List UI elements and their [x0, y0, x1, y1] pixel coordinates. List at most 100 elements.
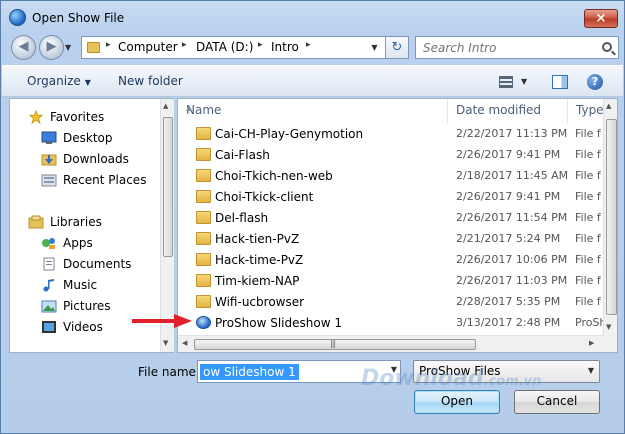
organize-menu[interactable]: Organize ▼ — [27, 74, 91, 88]
folder-icon — [196, 190, 211, 203]
date-modified-cell: 3/13/2017 2:48 PM — [456, 316, 561, 329]
folder-icon — [196, 169, 211, 182]
organize-label: Organize — [27, 74, 81, 88]
date-modified-cell: 2/21/2017 5:24 PM — [456, 232, 561, 245]
breadcrumb-separator[interactable]: ▸ — [258, 40, 263, 50]
file-name-cell: Hack-tien-PvZ — [215, 232, 300, 246]
recent-locations-dropdown[interactable]: ▼ — [65, 43, 71, 52]
folder-icon — [196, 211, 211, 224]
close-button[interactable]: × — [584, 9, 618, 28]
column-header-type[interactable]: Type — [568, 99, 608, 123]
file-list-row[interactable]: Tim-kiem-NAP 2/26/2017 11:03 PM File f — [178, 271, 603, 292]
file-list-row[interactable]: Wifi-ucbrowser 2/28/2017 5:35 PM File f — [178, 292, 603, 313]
file-name-input[interactable]: ow Slideshow 1 ▼ — [197, 360, 401, 383]
file-type-filter[interactable]: ProShow Files ▼ — [413, 360, 600, 383]
libraries-icon — [28, 215, 44, 229]
breadcrumb-separator[interactable]: ▸ — [306, 40, 311, 50]
star-icon — [28, 110, 44, 124]
file-name-cell: Tim-kiem-NAP — [215, 274, 300, 288]
date-modified-cell: 2/18/2017 11:45 AM — [456, 169, 569, 182]
open-button[interactable]: Open — [414, 390, 500, 414]
folder-icon — [87, 42, 100, 53]
scroll-up-icon[interactable]: ▲ — [606, 102, 611, 110]
nav-label: Favorites — [50, 110, 105, 124]
scroll-down-icon[interactable]: ▼ — [606, 323, 611, 331]
search-icon[interactable] — [602, 42, 612, 52]
preview-pane-icon[interactable] — [552, 75, 568, 89]
file-name-cell: Wifi-ucbrowser — [215, 295, 305, 309]
scrollbar-corner — [603, 336, 617, 352]
column-label: Type — [576, 103, 604, 117]
file-name-selected-text: ow Slideshow 1 — [200, 364, 299, 380]
file-list-row[interactable]: Hack-tien-PvZ 2/21/2017 5:24 PM File f — [178, 229, 603, 250]
date-modified-cell: 2/26/2017 9:41 PM — [456, 148, 561, 161]
file-list-row[interactable]: Del-flash 2/26/2017 11:54 PM File f — [178, 208, 603, 229]
grip-icon: ||| — [330, 339, 336, 348]
file-list-row[interactable]: Cai-Flash 2/26/2017 9:41 PM File f — [178, 145, 603, 166]
file-name-cell: Choi-Tkich-nen-web — [215, 169, 333, 183]
change-view-icon[interactable] — [499, 76, 513, 88]
view-options-dropdown[interactable]: ▼ — [521, 77, 527, 86]
nav-label: Apps — [63, 236, 93, 250]
column-label: Date modified — [456, 103, 542, 117]
folder-icon — [196, 148, 211, 161]
file-list-row[interactable]: Choi-Tkich-nen-web 2/18/2017 11:45 AM File… — [178, 166, 603, 187]
nav-label: Music — [63, 278, 98, 292]
open-file-dialog: Open Show File × ◀ ▶ ▼ ▸ Computer ▸ DATA… — [0, 0, 625, 434]
file-name-cell: Hack-time-PvZ — [215, 253, 304, 267]
pictures-icon — [41, 300, 57, 313]
address-bar[interactable]: ▸ Computer ▸ DATA (D:) ▸ Intro ▸ ▼ — [81, 36, 408, 59]
nav-label: Recent Places — [63, 173, 147, 187]
new-folder-button[interactable]: New folder — [118, 74, 183, 88]
scrollbar-thumb[interactable]: ||| — [194, 339, 476, 350]
file-list-row[interactable]: Choi-Tkick-client 2/26/2017 9:41 PM File f — [178, 187, 603, 208]
file-type-value: ProShow Files — [419, 364, 501, 378]
type-cell: File f — [575, 211, 601, 224]
refresh-button[interactable]: ↻ — [385, 36, 409, 59]
file-list-row[interactable]: ProShow Slideshow 1 3/13/2017 2:48 PM ProS… — [178, 313, 606, 334]
documents-icon — [43, 257, 55, 271]
file-name-cell: Cai-Flash — [215, 148, 270, 162]
downloads-icon — [41, 154, 57, 166]
proshow-app-icon — [9, 9, 26, 26]
breadcrumb-separator[interactable]: ▸ — [182, 40, 187, 50]
nav-label: Pictures — [63, 299, 111, 313]
chevron-down-icon[interactable]: ▼ — [391, 365, 397, 374]
back-button[interactable]: ◀ — [11, 35, 36, 60]
file-list-row[interactable]: Cai-CH-Play-Genymotion 2/22/2017 11:13 PM… — [178, 124, 603, 145]
file-list-horizontal-scrollbar[interactable]: ◀ ||| ▶ — [178, 335, 603, 352]
breadcrumb-separator[interactable]: ▸ — [106, 40, 111, 50]
nav-label: Desktop — [63, 131, 113, 145]
column-header-name[interactable]: Name ▲ — [178, 99, 448, 123]
nav-label: Videos — [63, 320, 103, 334]
scroll-right-icon[interactable]: ▶ — [589, 339, 594, 347]
file-list-vertical-scrollbar[interactable]: ▲ ▼ — [603, 99, 617, 336]
proshow-file-icon — [196, 316, 211, 329]
type-cell: File f — [575, 148, 601, 161]
file-name-cell: Del-flash — [215, 211, 269, 225]
recent-places-icon — [41, 174, 57, 187]
desktop-icon — [41, 131, 57, 144]
breadcrumb-computer[interactable]: Computer — [118, 40, 178, 54]
file-list-row[interactable]: Hack-time-PvZ 2/26/2017 10:06 PM File f — [178, 250, 603, 271]
annotation-arrow-icon — [132, 314, 192, 328]
scrollbar-thumb[interactable] — [606, 119, 617, 315]
cancel-button[interactable]: Cancel — [514, 390, 600, 414]
scroll-left-icon[interactable]: ◀ — [182, 339, 187, 347]
search-box[interactable] — [415, 36, 619, 59]
type-cell: File f — [575, 253, 601, 266]
type-cell: File f — [575, 295, 601, 308]
column-header-date[interactable]: Date modified — [448, 99, 568, 123]
command-toolbar: Organize ▼ New folder ▼ ? — [2, 65, 623, 97]
scroll-up-icon[interactable]: ▲ — [163, 102, 168, 110]
help-icon[interactable]: ? — [587, 74, 603, 90]
address-dropdown[interactable]: ▼ — [366, 37, 383, 58]
date-modified-cell: 2/28/2017 5:35 PM — [456, 295, 561, 308]
type-cell: File f — [575, 190, 601, 203]
breadcrumb-data-drive[interactable]: DATA (D:) — [196, 40, 253, 54]
scroll-down-icon[interactable]: ▼ — [163, 339, 168, 347]
search-input[interactable] — [423, 38, 603, 57]
breadcrumb-intro[interactable]: Intro — [271, 40, 299, 54]
forward-button[interactable]: ▶ — [39, 35, 64, 60]
scrollbar-thumb[interactable] — [163, 117, 173, 257]
